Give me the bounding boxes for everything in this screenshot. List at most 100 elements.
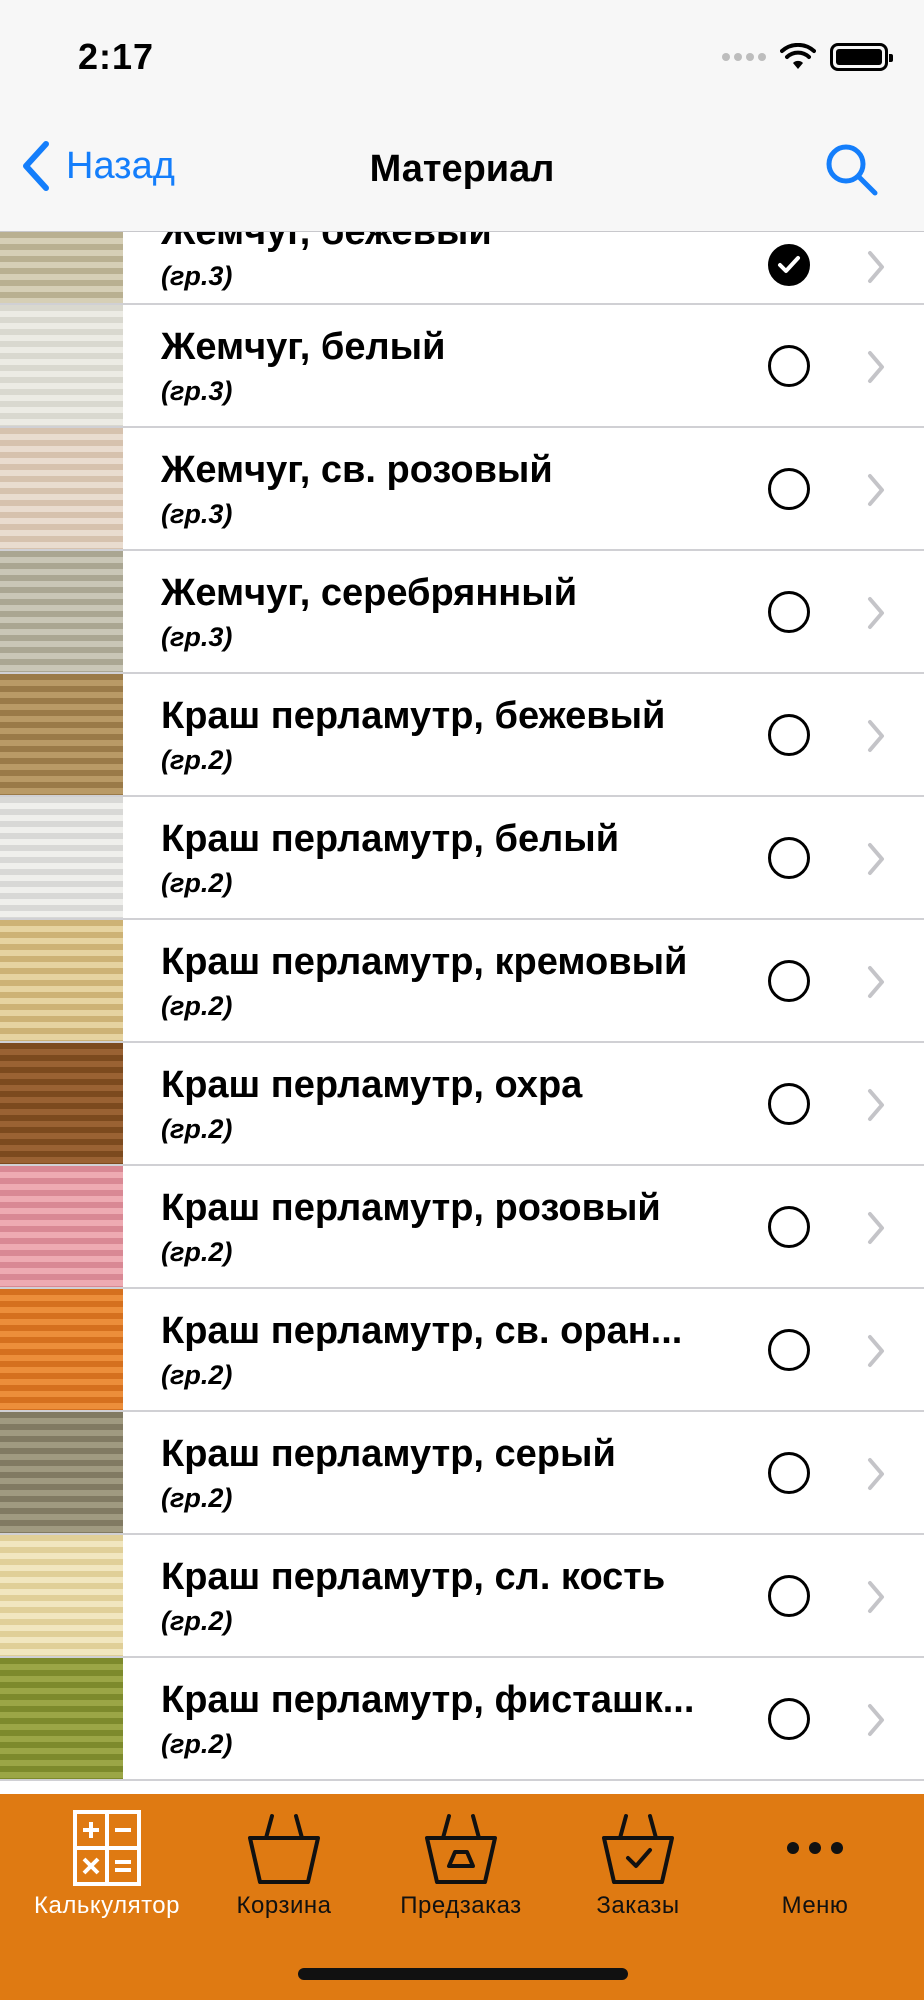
preorder-basket-icon — [425, 1814, 497, 1884]
status-time: 2:17 — [78, 36, 155, 77]
material-row[interactable]: Краш перламутр, белый (гр.2) — [0, 797, 924, 920]
chevron-right-icon — [868, 473, 884, 506]
chevron-right-icon — [868, 842, 884, 875]
cellular-signal-icon — [722, 53, 766, 61]
battery-icon — [830, 43, 893, 71]
material-row[interactable]: Краш перламутр, фисташк... (гр.2) — [0, 1658, 924, 1781]
tab-label: Предзаказ — [400, 1892, 522, 1919]
tab-calculator[interactable]: Калькулятор — [15, 1806, 199, 1926]
material-group: (гр.3) — [161, 375, 233, 406]
radio-button-icon[interactable] — [768, 1205, 810, 1248]
material-title: Жемчуг, белый — [161, 325, 446, 368]
material-swatch — [0, 551, 123, 672]
chevron-right-icon — [868, 1211, 884, 1244]
material-title: Жемчуг, св. розовый — [161, 448, 553, 491]
material-row[interactable]: Краш перламутр, св. оран... (гр.2) — [0, 1289, 924, 1412]
material-swatch — [0, 232, 123, 303]
search-icon[interactable] — [822, 140, 880, 198]
material-title: Краш перламутр, св. оран... — [161, 1309, 683, 1352]
more-icon — [787, 1842, 843, 1854]
chevron-right-icon — [868, 719, 884, 752]
material-row[interactable]: Жемчуг, белый (гр.3) — [0, 305, 924, 428]
material-group: (гр.2) — [161, 1113, 233, 1144]
material-group: (гр.3) — [161, 621, 233, 652]
radio-button-icon[interactable] — [768, 1697, 810, 1740]
selected-checkmark-icon[interactable] — [768, 244, 810, 286]
tab-label: Корзина — [236, 1892, 332, 1919]
material-swatch — [0, 428, 123, 549]
tab-basket[interactable]: Корзина — [192, 1806, 376, 1926]
material-title: Краш перламутр, бежевый — [161, 694, 666, 737]
orders-basket-icon — [602, 1814, 674, 1884]
material-swatch — [0, 305, 123, 426]
calculator-icon — [73, 1810, 141, 1886]
material-group: (гр.2) — [161, 744, 233, 775]
navigation-bar: 2:17 Назад Материал — [0, 0, 924, 232]
material-title: Краш перламутр, охра — [161, 1063, 583, 1106]
wifi-icon — [780, 43, 816, 69]
material-row[interactable]: Жемчуг, серебрянный (гр.3) — [0, 551, 924, 674]
material-title: Краш перламутр, сл. кость — [161, 1555, 666, 1598]
material-row[interactable]: Краш перламутр, сл. кость (гр.2) — [0, 1535, 924, 1658]
tab-label: Калькулятор — [34, 1892, 180, 1919]
basket-icon — [248, 1814, 320, 1884]
radio-button-icon[interactable] — [768, 467, 810, 510]
chevron-right-icon — [868, 596, 884, 629]
material-group: (гр.2) — [161, 990, 233, 1021]
material-group: (гр.2) — [161, 1728, 233, 1759]
material-swatch — [0, 920, 123, 1041]
tab-preorder[interactable]: Предзаказ — [369, 1806, 553, 1926]
material-title: Краш перламутр, серый — [161, 1432, 616, 1475]
tab-menu[interactable]: Меню — [723, 1806, 907, 1926]
chevron-right-icon — [868, 251, 884, 283]
material-swatch — [0, 1412, 123, 1533]
material-title: Краш перламутр, белый — [161, 817, 620, 860]
material-title: Краш перламутр, фисташк... — [161, 1678, 695, 1721]
material-swatch — [0, 1289, 123, 1410]
material-swatch — [0, 797, 123, 918]
material-title: Краш перламутр, кремовый — [161, 940, 688, 983]
material-group: (гр.2) — [161, 867, 233, 898]
radio-button-icon[interactable] — [768, 590, 810, 633]
material-swatch — [0, 1658, 123, 1779]
material-row[interactable]: Краш перламутр, кремовый (гр.2) — [0, 920, 924, 1043]
chevron-right-icon — [868, 1457, 884, 1490]
material-title: Жемчуг, бежевый — [161, 232, 492, 253]
radio-button-icon[interactable] — [768, 1082, 810, 1125]
chevron-right-icon — [868, 1703, 884, 1736]
radio-button-icon[interactable] — [768, 1451, 810, 1494]
material-row[interactable]: Жемчуг, бежевый (гр.3) — [0, 232, 924, 305]
material-row[interactable]: Жемчуг, св. розовый (гр.3) — [0, 428, 924, 551]
chevron-right-icon — [868, 1088, 884, 1121]
material-swatch — [0, 674, 123, 795]
status-indicators — [722, 40, 893, 74]
radio-button-icon[interactable] — [768, 836, 810, 879]
chevron-right-icon — [868, 1580, 884, 1613]
material-row[interactable]: Краш перламутр, бежевый (гр.2) — [0, 674, 924, 797]
material-group: (гр.2) — [161, 1605, 233, 1636]
material-group: (гр.2) — [161, 1359, 233, 1390]
radio-button-icon[interactable] — [768, 1574, 810, 1617]
material-group: (гр.2) — [161, 1482, 233, 1513]
material-group: (гр.3) — [161, 498, 233, 529]
radio-button-icon[interactable] — [768, 959, 810, 1002]
tab-orders[interactable]: Заказы — [546, 1806, 730, 1926]
material-title: Жемчуг, серебрянный — [161, 571, 578, 614]
page-title: Материал — [369, 148, 555, 190]
chevron-right-icon — [868, 965, 884, 998]
material-row[interactable]: Краш перламутр, розовый (гр.2) — [0, 1166, 924, 1289]
tab-label: Меню — [781, 1892, 849, 1919]
radio-button-icon[interactable] — [768, 1328, 810, 1371]
radio-button-icon[interactable] — [768, 344, 810, 387]
material-swatch — [0, 1166, 123, 1287]
material-swatch — [0, 1043, 123, 1164]
material-row[interactable]: Краш перламутр, серый (гр.2) — [0, 1412, 924, 1535]
tab-label: Заказы — [596, 1892, 680, 1919]
material-row[interactable]: Краш перламутр, охра (гр.2) — [0, 1043, 924, 1166]
chevron-right-icon — [868, 350, 884, 383]
home-indicator — [298, 1968, 628, 1980]
radio-button-icon[interactable] — [768, 713, 810, 756]
chevron-right-icon — [868, 1334, 884, 1367]
material-list: Жемчуг, бежевый (гр.3) Жемчуг, белый (гр.3)… — [0, 232, 924, 1794]
material-group: (гр.2) — [161, 1236, 233, 1267]
